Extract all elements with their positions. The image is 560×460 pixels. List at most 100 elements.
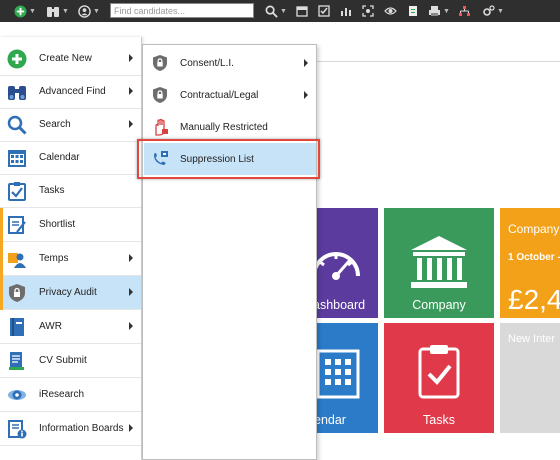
bank-building-icon [411,236,467,288]
calendar-icon [8,150,26,167]
menu-item-calendar[interactable]: Calendar [0,141,141,175]
cv-submit-icon [9,352,24,370]
scan-icon [362,5,374,17]
org-chart-button[interactable] [458,3,471,19]
submenu-arrow-icon [129,254,133,262]
org-chart-icon [459,6,470,16]
accent-bar [0,208,3,242]
menu-item-search[interactable]: Search [0,108,141,142]
chart-button[interactable] [340,3,352,19]
search-input[interactable] [110,3,254,18]
caret-down-icon: ▼ [93,7,100,15]
main-menu: Create New Advanced Find Search Calendar… [0,37,142,460]
menu-item-label: Calendar [39,152,80,163]
menu-item-advanced-find[interactable]: Advanced Find [0,75,141,109]
user-menu[interactable]: ▼ [78,3,100,19]
submenu-arrow-icon [129,87,133,95]
add-icon [14,4,27,18]
dashboard-tile-label: ashboard [313,298,366,312]
highlight-annotation-box [137,139,320,179]
user-icon [78,4,91,18]
eye-button[interactable] [384,3,397,19]
submenu-item-label: Consent/L.I. [180,58,234,69]
submenu-item-consent-li[interactable]: Consent/L.I. [144,47,316,79]
company-tile-label: Company [412,298,466,312]
document-button[interactable] [408,3,419,19]
menu-item-label: AWR [39,321,62,332]
menu-item-label: Advanced Find [39,86,106,97]
menu-item-label: Information Boards [39,423,124,434]
caret-down-icon: ▼ [62,7,69,15]
search-button[interactable]: ▼ [265,3,287,19]
advanced-find-menu[interactable]: ▼ [46,3,69,19]
menu-item-information-boards[interactable]: Information Boards [0,412,141,446]
menu-item-awr[interactable]: AWR [0,310,141,344]
caret-down-icon: ▼ [29,7,36,15]
settings-menu[interactable]: ▼ [482,3,504,19]
search-icon [7,115,27,135]
tasks-tile-label: Tasks [423,413,455,427]
menu-item-label: Shortlist [39,219,76,230]
top-toolbar: ▼ ▼ ▼ ▼ ▼ ▼ [0,0,560,22]
iresearch-icon [8,390,26,400]
accent-bar [0,242,3,276]
tasks-tile[interactable]: Tasks [384,323,494,433]
calendar-tile-label: endar [314,413,346,427]
menu-item-label: Temps [39,253,69,264]
company-stats-title: Company [508,222,560,236]
menu-item-label: Create New [39,53,92,64]
submenu-item-label: Manually Restricted [180,122,268,133]
menu-item-label: Privacy Audit [39,287,97,298]
print-icon [429,6,440,16]
submenu-arrow-icon [304,91,308,99]
tasks-button[interactable] [318,3,330,19]
accent-bar [0,276,3,310]
company-tile[interactable]: Company [384,208,494,318]
privacy-audit-submenu: Consent/L.I. Contractual/Legal Manually … [142,44,317,460]
menu-item-temps[interactable]: Temps [0,242,141,276]
caret-down-icon: ▼ [443,7,450,15]
search-icon [265,5,278,18]
add-menu[interactable]: ▼ [14,3,36,19]
submenu-arrow-icon [129,54,133,62]
caret-down-icon: ▼ [280,7,287,15]
binoculars-icon [47,6,59,17]
clipboard-check-icon [418,345,460,399]
calendar-icon [296,6,308,17]
menu-item-privacy-audit[interactable]: Privacy Audit [0,276,141,310]
menu-item-shortlist[interactable]: Shortlist [0,208,141,242]
tasks-icon [8,182,26,201]
menu-item-label: Tasks [39,185,65,196]
restricted-hand-icon [155,118,168,136]
print-menu[interactable]: ▼ [428,3,450,19]
new-interview-label: New Inter [508,333,556,345]
caret-down-icon: ▼ [497,7,504,15]
submenu-arrow-icon [129,120,133,128]
information-boards-icon [8,420,27,439]
submenu-item-label: Contractual/Legal [180,90,259,101]
chart-icon [341,8,351,16]
settings-icon [483,5,495,16]
company-stats-tile[interactable]: Company 1 October - £2,4 [500,208,560,318]
menu-item-iresearch[interactable]: iResearch [0,378,141,412]
lock-shield-icon [153,55,167,71]
menu-item-tasks[interactable]: Tasks [0,174,141,208]
submenu-item-contractual-legal[interactable]: Contractual/Legal [144,79,316,111]
submenu-arrow-icon [129,424,133,432]
scan-button[interactable] [362,3,374,19]
add-icon [7,49,27,69]
calendar-button[interactable] [296,3,308,19]
menu-item-create-new[interactable]: Create New [0,42,141,76]
privacy-shield-icon [9,284,25,302]
document-icon [409,6,417,16]
menu-item-label: Search [39,119,71,130]
company-stats-amount: £2,4 [508,284,560,315]
new-interview-tile[interactable]: New Inter [500,323,560,433]
shortlist-icon [8,216,26,234]
company-stats-date: 1 October - [508,252,560,263]
menu-item-label: iResearch [39,389,85,400]
tasks-icon [318,5,330,17]
lock-shield-icon [153,87,167,103]
temps-icon [8,253,26,268]
menu-item-cv-submit[interactable]: CV Submit [0,344,141,378]
